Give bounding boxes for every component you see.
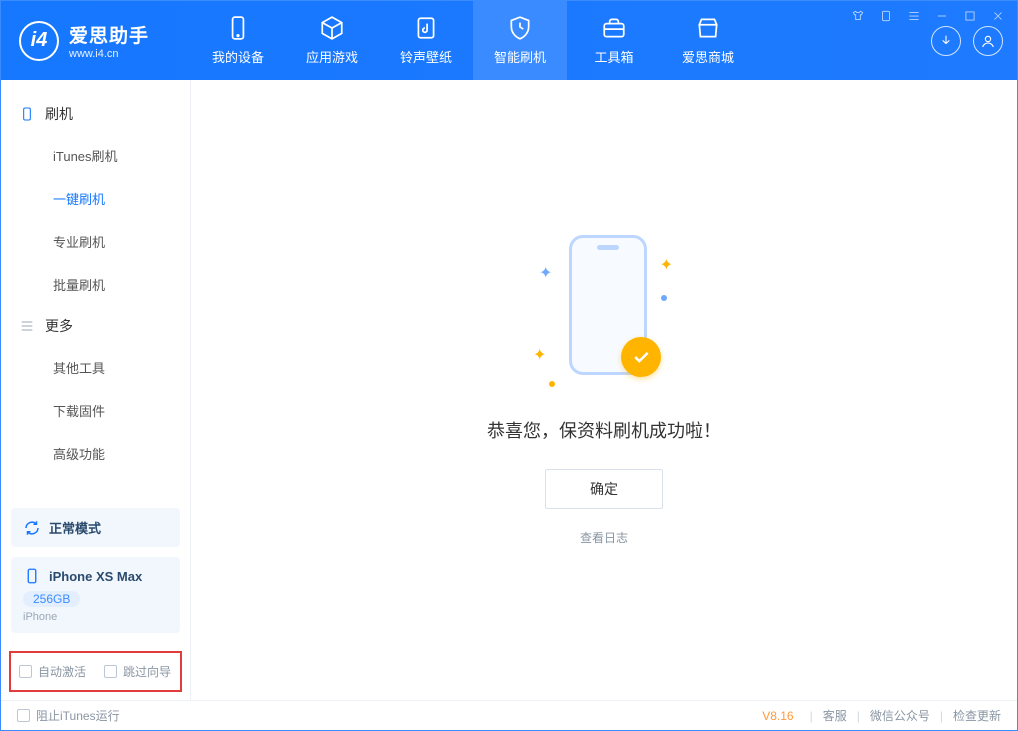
nav-label: 智能刷机: [494, 47, 546, 66]
nav-ringtone-wallpaper[interactable]: 铃声壁纸: [379, 1, 473, 80]
menu-icon[interactable]: [905, 7, 923, 25]
device-card[interactable]: iPhone XS Max 256GB iPhone: [11, 557, 180, 633]
mode-label: 正常模式: [49, 518, 101, 537]
sparkle-icon: ✦: [539, 263, 552, 283]
sidebar-item-advanced[interactable]: 高级功能: [1, 432, 190, 475]
sidebar-item-oneclick-flash[interactable]: 一键刷机: [1, 177, 190, 220]
main-content: ✦ ✦ ✦ 恭喜您，保资料刷机成功啦！ 确定 查看日志: [191, 80, 1017, 700]
phone-small-icon: [23, 567, 41, 585]
sidebar-item-batch-flash[interactable]: 批量刷机: [1, 263, 190, 306]
minimize-icon[interactable]: [933, 7, 951, 25]
sidebar: 刷机 iTunes刷机 一键刷机 专业刷机 批量刷机 更多 其他工具 下载固件 …: [1, 80, 191, 700]
checkbox-icon: [104, 665, 117, 678]
skin-icon[interactable]: [877, 7, 895, 25]
version-label: V8.16: [762, 709, 793, 723]
close-icon[interactable]: [989, 7, 1007, 25]
app-name-cn: 爱思助手: [69, 21, 149, 48]
device-name: iPhone XS Max: [49, 569, 142, 584]
checkbox-block-itunes[interactable]: 阻止iTunes运行: [17, 707, 120, 724]
app-header: i4 爱思助手 www.i4.cn 我的设备 应用游戏 铃声壁纸 智能刷机 工具…: [1, 1, 1017, 80]
success-illustration: ✦ ✦ ✦: [529, 235, 679, 395]
checkbox-skip-guide[interactable]: 跳过向导: [104, 663, 171, 680]
checkbox-icon: [19, 665, 32, 678]
sidebar-item-pro-flash[interactable]: 专业刷机: [1, 220, 190, 263]
nav-label: 铃声壁纸: [400, 47, 452, 66]
footer-link-support[interactable]: 客服: [823, 707, 847, 724]
device-storage-badge: 256GB: [23, 591, 80, 607]
separator: |: [810, 709, 813, 723]
shield-icon: [507, 15, 533, 41]
view-log-link[interactable]: 查看日志: [580, 529, 628, 546]
maximize-icon[interactable]: [961, 7, 979, 25]
device-small-icon: [19, 106, 35, 122]
app-body: 刷机 iTunes刷机 一键刷机 专业刷机 批量刷机 更多 其他工具 下载固件 …: [1, 80, 1017, 700]
status-bar: 阻止iTunes运行 V8.16 | 客服 | 微信公众号 | 检查更新: [1, 700, 1017, 730]
list-icon: [19, 318, 35, 334]
nav-apps-games[interactable]: 应用游戏: [285, 1, 379, 80]
checkbox-label: 自动激活: [38, 663, 86, 680]
window-controls: [849, 7, 1007, 25]
download-manager-icon[interactable]: [931, 26, 961, 56]
checkbox-label: 阻止iTunes运行: [36, 707, 120, 724]
sidebar-item-download-firmware[interactable]: 下载固件: [1, 389, 190, 432]
separator: |: [940, 709, 943, 723]
nav-store[interactable]: 爱思商城: [661, 1, 755, 80]
app-name-en: www.i4.cn: [69, 48, 149, 60]
sidebar-group-title: 刷机: [45, 104, 73, 124]
success-message: 恭喜您，保资料刷机成功啦！: [487, 417, 721, 443]
sparkle-icon: ✦: [533, 345, 546, 365]
nav-label: 我的设备: [212, 47, 264, 66]
device-type: iPhone: [23, 611, 168, 623]
store-icon: [695, 15, 721, 41]
cube-icon: [319, 15, 345, 41]
dot-icon: [661, 295, 667, 301]
checkbox-auto-activate[interactable]: 自动激活: [19, 663, 86, 680]
sidebar-group-title: 更多: [45, 316, 73, 336]
nav-label: 爱思商城: [682, 47, 734, 66]
music-icon: [413, 15, 439, 41]
top-nav: 我的设备 应用游戏 铃声壁纸 智能刷机 工具箱 爱思商城: [191, 1, 755, 80]
checkbox-label: 跳过向导: [123, 663, 171, 680]
dot-icon: [549, 381, 555, 387]
sparkle-icon: ✦: [660, 255, 673, 275]
ok-button[interactable]: 确定: [545, 469, 663, 509]
nav-toolbox[interactable]: 工具箱: [567, 1, 661, 80]
sidebar-group-flash: 刷机: [1, 94, 190, 134]
app-logo[interactable]: i4 爱思助手 www.i4.cn: [1, 1, 191, 80]
device-cards: 正常模式 iPhone XS Max 256GB iPhone: [1, 498, 190, 643]
sidebar-group-more: 更多: [1, 306, 190, 346]
toolbox-icon: [601, 15, 627, 41]
nav-my-device[interactable]: 我的设备: [191, 1, 285, 80]
phone-icon: [225, 15, 251, 41]
mode-card[interactable]: 正常模式: [11, 508, 180, 547]
nav-smart-flash[interactable]: 智能刷机: [473, 1, 567, 80]
account-icon[interactable]: [973, 26, 1003, 56]
checkbox-icon: [17, 709, 30, 722]
highlighted-options: 自动激活 跳过向导: [9, 651, 182, 692]
check-badge-icon: [621, 337, 661, 377]
nav-label: 应用游戏: [306, 47, 358, 66]
nav-label: 工具箱: [594, 47, 633, 66]
footer-link-update[interactable]: 检查更新: [953, 707, 1001, 724]
refresh-icon: [23, 519, 41, 537]
tshirt-icon[interactable]: [849, 7, 867, 25]
logo-badge-icon: i4: [19, 21, 59, 61]
separator: |: [857, 709, 860, 723]
sidebar-item-itunes-flash[interactable]: iTunes刷机: [1, 134, 190, 177]
sidebar-item-other-tools[interactable]: 其他工具: [1, 346, 190, 389]
footer-link-wechat[interactable]: 微信公众号: [870, 707, 930, 724]
